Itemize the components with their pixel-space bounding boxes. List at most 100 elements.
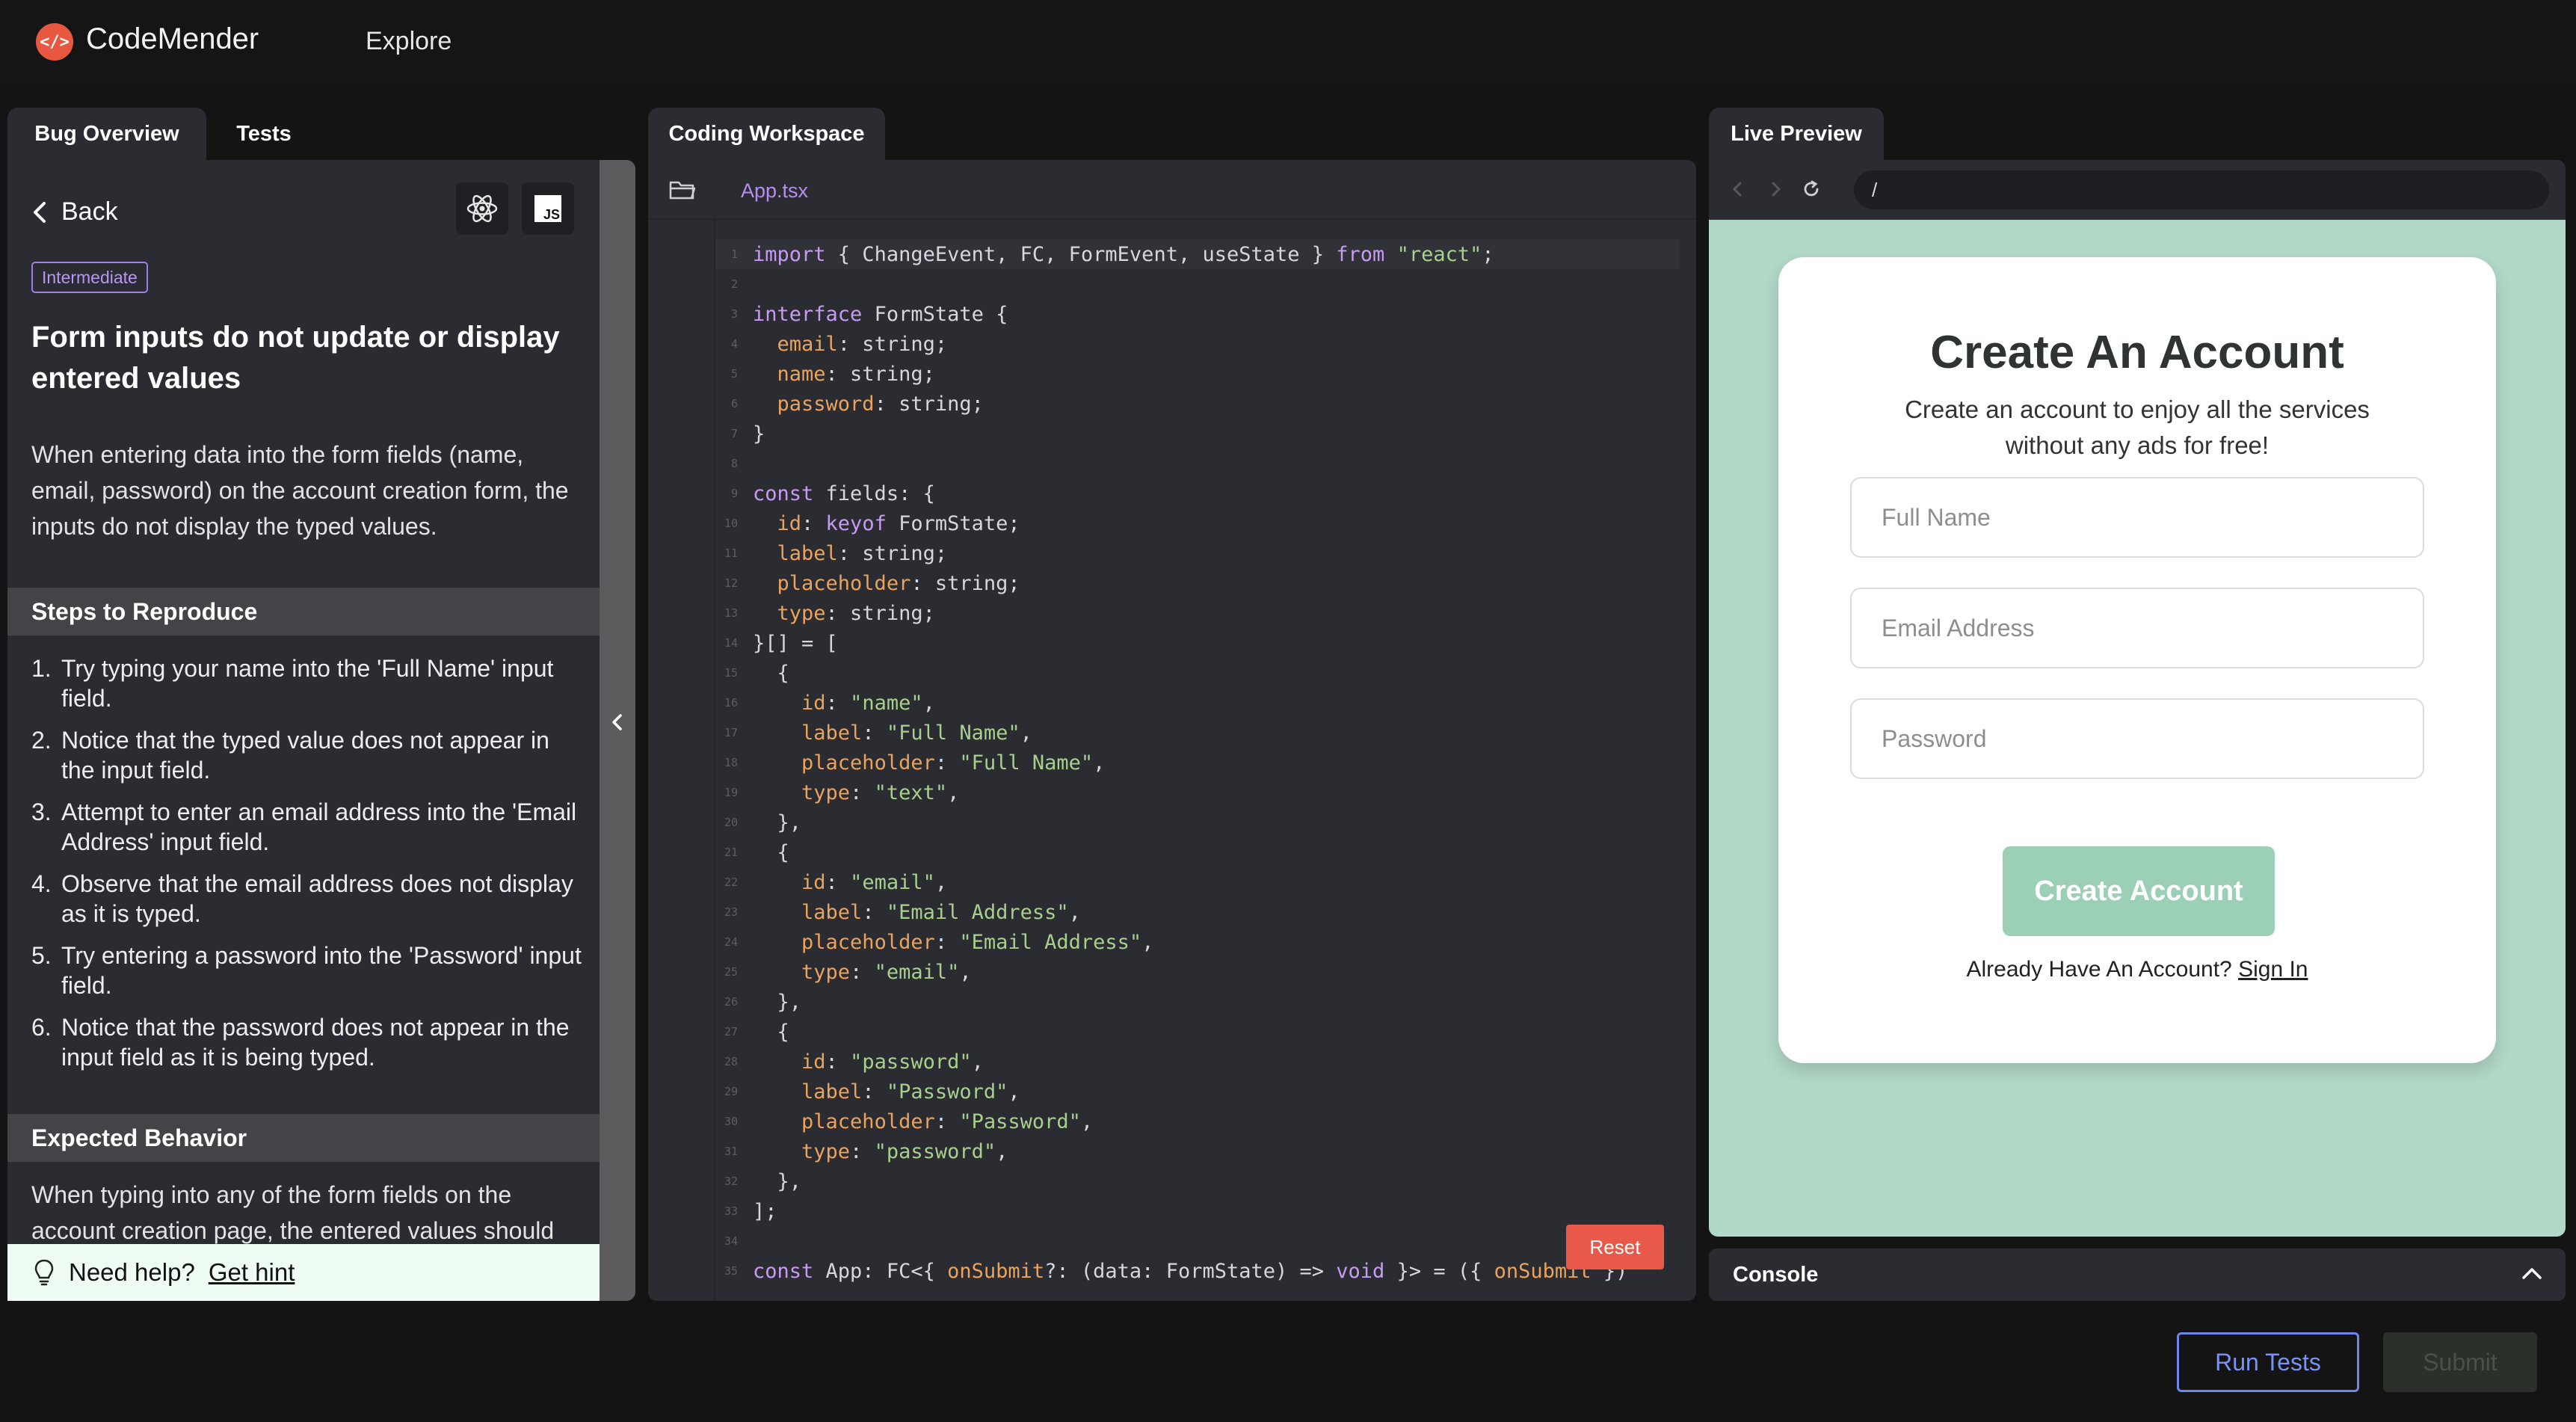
- code-line[interactable]: 4 email: string;: [715, 329, 1696, 359]
- create-account-button[interactable]: Create Account: [2003, 846, 2275, 936]
- reset-button[interactable]: Reset: [1566, 1225, 1664, 1269]
- submit-button[interactable]: Submit: [2383, 1332, 2537, 1392]
- code-line[interactable]: 19 type: "text",: [715, 778, 1696, 807]
- tab-tests[interactable]: Tests: [208, 108, 320, 160]
- nav-explore[interactable]: Explore: [366, 27, 452, 56]
- console-panel-header[interactable]: Console: [1709, 1249, 2566, 1301]
- code-line[interactable]: 22 id: "email",: [715, 867, 1696, 897]
- line-number: 22: [724, 875, 738, 889]
- folder-icon[interactable]: [669, 179, 696, 200]
- list-item: 6. Notice that the password does not appe…: [31, 1014, 570, 1071]
- code-line[interactable]: 33];: [715, 1196, 1696, 1226]
- javascript-icon: JS: [534, 195, 561, 222]
- code-line[interactable]: 18 placeholder: "Full Name",: [715, 748, 1696, 778]
- code-editor[interactable]: 1 import { ChangeEvent, FC, FormEvent, us…: [715, 239, 1696, 1286]
- javascript-button[interactable]: JS: [522, 182, 574, 235]
- code-line[interactable]: 8: [715, 449, 1696, 478]
- code-line[interactable]: 2: [715, 269, 1696, 299]
- code-text: placeholder: "Password",: [801, 1109, 1094, 1133]
- code-line[interactable]: 17 label: "Full Name",: [715, 718, 1696, 748]
- code-line[interactable]: 28 id: "password",: [715, 1047, 1696, 1077]
- code-line[interactable]: 13 type: string;: [715, 598, 1696, 628]
- sign-in-link[interactable]: Sign In: [2238, 957, 2308, 982]
- line-number: 6: [730, 397, 738, 410]
- password-input[interactable]: [1850, 698, 2424, 779]
- browser-forward-icon[interactable]: [1766, 179, 1785, 199]
- code-line[interactable]: 12 placeholder: string;: [715, 568, 1696, 598]
- coding-workspace: App.tsx 1 import { ChangeEvent, FC, FormE…: [648, 160, 1696, 1301]
- steps-heading: Steps to Reproduce: [7, 588, 600, 635]
- get-hint-link[interactable]: Get hint: [209, 1258, 295, 1287]
- tab-bug-overview[interactable]: Bug Overview: [7, 108, 206, 160]
- browser-back-icon[interactable]: [1728, 179, 1748, 199]
- code-text: type: "email",: [801, 960, 972, 984]
- code-line[interactable]: 11 label: string;: [715, 538, 1696, 568]
- code-line[interactable]: 15 {: [715, 658, 1696, 688]
- refresh-icon[interactable]: [1802, 179, 1821, 199]
- code-text: id: "password",: [801, 1050, 984, 1074]
- line-number: 23: [724, 905, 738, 919]
- code-line[interactable]: 1 import { ChangeEvent, FC, FormEvent, us…: [715, 239, 1680, 269]
- code-line[interactable]: 26 },: [715, 987, 1696, 1017]
- code-line[interactable]: 30 placeholder: "Password",: [715, 1106, 1696, 1136]
- line-number: 4: [730, 337, 738, 351]
- signup-subtitle: Create an account to enjoy all the servi…: [1905, 395, 2370, 459]
- code-text: type: "text",: [801, 781, 960, 804]
- code-text: {: [753, 661, 789, 685]
- code-line[interactable]: 9 const fields: {: [715, 478, 1696, 508]
- code-line[interactable]: 35 const App: FC<{ onSubmit?: (data: Form…: [715, 1256, 1696, 1286]
- line-number: 9: [730, 487, 738, 500]
- code-line[interactable]: 25 type: "email",: [715, 957, 1696, 987]
- line-number: 32: [724, 1175, 738, 1188]
- expected-heading: Expected Behavior: [7, 1114, 600, 1162]
- code-text: const App: FC<{ onSubmit?: (data: FormSt…: [753, 1259, 1628, 1283]
- tab-coding-workspace[interactable]: Coding Workspace: [648, 108, 885, 160]
- code-text: }: [753, 422, 765, 446]
- chevron-up-icon[interactable]: [2521, 1265, 2543, 1281]
- code-line[interactable]: 6 password: string;: [715, 389, 1696, 419]
- tab-live-preview[interactable]: Live Preview: [1709, 108, 1884, 160]
- code-text: label: "Full Name",: [801, 721, 1032, 745]
- code-line[interactable]: 27 {: [715, 1017, 1696, 1047]
- code-line[interactable]: 24 placeholder: "Email Address",: [715, 927, 1696, 957]
- preview-body: Create An Account Create an account to e…: [1709, 220, 2566, 1237]
- react-button[interactable]: [456, 182, 508, 235]
- url-bar[interactable]: /: [1854, 170, 2549, 209]
- code-line[interactable]: 31 type: "password",: [715, 1136, 1696, 1166]
- code-line[interactable]: 3 interface FormState {: [715, 299, 1696, 329]
- code-line[interactable]: 16 id: "name",: [715, 688, 1696, 718]
- code-line[interactable]: 32 },: [715, 1166, 1696, 1196]
- code-line[interactable]: 21 {: [715, 837, 1696, 867]
- line-number: 13: [724, 606, 738, 620]
- code-line[interactable]: 29 label: "Password",: [715, 1077, 1696, 1106]
- brand-name[interactable]: CodeMender: [86, 22, 259, 56]
- collapse-panel-toggle[interactable]: [600, 160, 635, 1301]
- line-number: 27: [724, 1025, 738, 1038]
- code-line[interactable]: 20 },: [715, 807, 1696, 837]
- email-input[interactable]: [1850, 588, 2424, 668]
- help-bar: Need help? Get hint: [7, 1244, 600, 1301]
- back-button[interactable]: Back: [31, 197, 118, 227]
- bug-overview-panel: Back JS Intermediate Form inputs do not …: [7, 160, 600, 1301]
- code-line[interactable]: 10 id: keyof FormState;: [715, 508, 1696, 538]
- line-number: 10: [724, 517, 738, 530]
- code-line[interactable]: 23 label: "Email Address",: [715, 897, 1696, 927]
- line-number: 12: [724, 576, 738, 590]
- code-text: placeholder: "Full Name",: [801, 751, 1106, 775]
- code-line[interactable]: 34: [715, 1226, 1696, 1256]
- list-item: 3. Attempt to enter an email address into…: [31, 798, 577, 855]
- full-name-input[interactable]: [1850, 477, 2424, 558]
- bug-title: Form inputs do not update or display ent…: [31, 321, 560, 395]
- code-text: placeholder: string;: [777, 571, 1020, 595]
- codemender-logo-icon[interactable]: </>: [36, 23, 73, 61]
- browser-bar: /: [1709, 160, 2566, 220]
- file-tab-app-tsx[interactable]: App.tsx: [741, 179, 808, 203]
- code-line[interactable]: 7}: [715, 419, 1696, 449]
- line-number: 30: [724, 1115, 738, 1128]
- code-line[interactable]: 14}[] = [: [715, 628, 1696, 658]
- run-tests-button[interactable]: Run Tests: [2177, 1332, 2359, 1392]
- js-glyph: JS: [543, 207, 560, 222]
- expected-text: When typing into any of the form fields …: [31, 1181, 555, 1244]
- code-text: {: [753, 840, 789, 864]
- code-line[interactable]: 5 name: string;: [715, 359, 1696, 389]
